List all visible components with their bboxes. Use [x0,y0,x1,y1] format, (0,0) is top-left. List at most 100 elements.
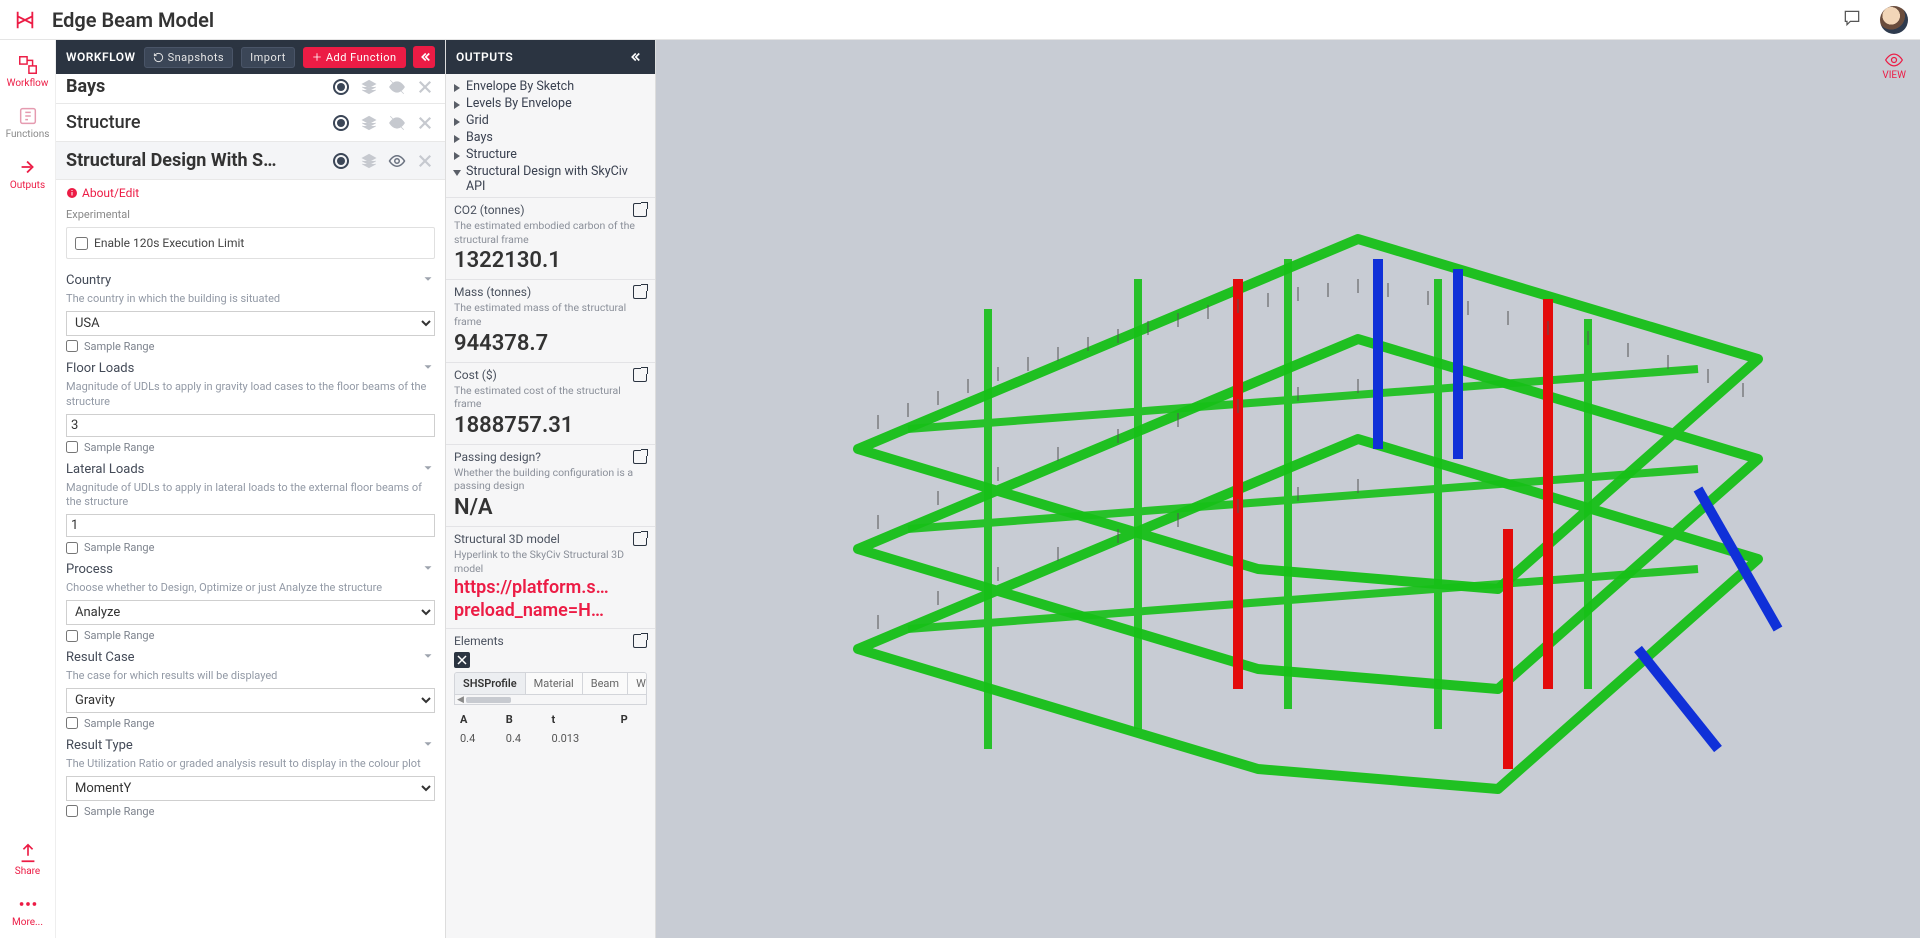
chevron-down-icon[interactable] [421,460,435,479]
chevron-down-icon[interactable] [421,271,435,290]
user-avatar[interactable] [1880,6,1908,34]
about-edit-link[interactable]: About/Edit [56,180,445,204]
rail-workflow-label: Workflow [0,78,55,89]
function-row-structure[interactable]: Structure [56,104,445,142]
rail-functions[interactable]: Functions [0,99,55,150]
result-case-select[interactable]: Gravity [66,688,435,713]
tree-grid[interactable]: Grid [452,112,649,129]
floor-desc: Magnitude of UDLs to apply in gravity lo… [66,380,435,410]
expand-icon[interactable] [633,285,647,299]
3d-viewport[interactable]: VIEW [656,40,1920,938]
tree-structure[interactable]: Structure [452,146,649,163]
collapse-outputs-icon[interactable] [623,46,645,68]
radio-icon[interactable] [331,113,351,133]
field-lateral-loads: Lateral Loads Magnitude of UDLs to apply… [56,456,445,557]
metric-co2: CO2 (tonnes) The estimated embodied carb… [446,197,655,279]
outputs-header: OUTPUTS [446,40,655,74]
outputs-header-label: OUTPUTS [456,50,513,64]
workflow-body: Bays Structure Structural Desi [56,74,445,938]
tab-beam[interactable]: Beam [583,673,628,694]
page-title: Edge Beam Model [52,8,214,32]
radio-icon[interactable] [331,151,351,171]
field-country: Country The country in which the buildin… [56,267,445,355]
mass-value: 944378.7 [454,331,647,356]
lateral-desc: Magnitude of UDLs to apply in lateral lo… [66,481,435,511]
country-label: Country [66,273,421,288]
result-type-select[interactable]: MomentY [66,776,435,801]
table-row[interactable]: 0.4 0.4 0.013 [456,730,645,747]
radio-icon[interactable] [331,77,351,97]
eye-off-icon[interactable] [387,77,407,97]
layers-icon[interactable] [359,151,379,171]
expand-icon[interactable] [633,634,647,648]
import-button[interactable]: Import [241,47,295,68]
sample-range-checkbox[interactable]: Sample Range [66,340,435,353]
tree-envelope[interactable]: Envelope By Sketch [452,78,649,95]
metric-cost: Cost ($) The estimated cost of the struc… [446,362,655,444]
expand-icon[interactable] [633,450,647,464]
expand-icon[interactable] [633,532,647,546]
rail-share-label: Share [0,866,55,877]
add-function-button[interactable]: Add Function [303,47,406,68]
tab-w[interactable]: W [628,673,647,694]
elements-close-icon[interactable] [454,652,470,668]
process-select[interactable]: Analyze [66,600,435,625]
function-bays-title: Bays [66,76,331,97]
chevron-down-icon[interactable] [421,648,435,667]
rail-outputs-label: Outputs [0,180,55,191]
metric-elements: Elements SHSProfile Material Beam W ◀ A … [446,628,655,755]
col-t: t [548,711,615,728]
tree-levels[interactable]: Levels By Envelope [452,95,649,112]
elements-table: A B t P 0.4 0.4 0.013 [454,709,647,749]
tab-material[interactable]: Material [526,673,583,694]
eye-off-icon[interactable] [387,113,407,133]
metric-mass: Mass (tonnes) The estimated mass of the … [446,279,655,361]
field-floor-loads: Floor Loads Magnitude of UDLs to apply i… [56,355,445,456]
process-desc: Choose whether to Design, Optimize or ju… [66,581,435,596]
outputs-body: Envelope By Sketch Levels By Envelope Gr… [446,74,655,938]
chevron-down-icon[interactable] [421,560,435,579]
floor-loads-input[interactable] [66,414,435,437]
eye-icon[interactable] [387,151,407,171]
app-logo[interactable] [12,7,38,33]
rail-outputs[interactable]: Outputs [0,150,55,201]
rail-workflow[interactable]: Workflow [0,48,55,99]
rail-more[interactable]: More... [0,887,55,938]
sample-range-checkbox[interactable]: Sample Range [66,717,435,730]
collapse-workflow-icon[interactable] [413,46,435,68]
structural-model-render[interactable] [656,40,1920,938]
chevron-down-icon[interactable] [421,359,435,378]
snapshots-button[interactable]: Snapshots [144,47,234,68]
close-icon[interactable] [415,113,435,133]
metric-passing: Passing design? Whether the building con… [446,444,655,526]
cost-value: 1888757.31 [454,413,647,438]
tree-structural-design[interactable]: Structural Design with SkyCiv API [452,163,649,195]
rail-share[interactable]: Share [0,836,55,887]
tab-shsprofile[interactable]: SHSProfile [455,673,526,694]
model-link[interactable]: https://platform.s… preload_name=H… [454,577,647,622]
expand-icon[interactable] [633,368,647,382]
col-p: P [617,711,645,728]
tabs-scrollbar[interactable]: ◀ [454,695,647,705]
function-row-structural-design[interactable]: Structural Design With S… [56,142,445,180]
layers-icon[interactable] [359,77,379,97]
workflow-header-label: WORKFLOW [66,50,136,64]
lateral-loads-input[interactable] [66,514,435,537]
expand-icon[interactable] [633,203,647,217]
sample-range-checkbox[interactable]: Sample Range [66,441,435,454]
workflow-header: WORKFLOW Snapshots Import Add Function [56,40,445,74]
country-select[interactable]: USA [66,311,435,336]
sample-range-checkbox[interactable]: Sample Range [66,629,435,642]
function-row-bays[interactable]: Bays [56,74,445,104]
enable-120s-checkbox[interactable]: Enable 120s Execution Limit [66,227,435,259]
comments-icon[interactable] [1842,8,1862,32]
sample-range-checkbox[interactable]: Sample Range [66,541,435,554]
tree-bays[interactable]: Bays [452,129,649,146]
chevron-down-icon[interactable] [421,736,435,755]
col-a: A [456,711,500,728]
layers-icon[interactable] [359,113,379,133]
sample-range-checkbox[interactable]: Sample Range [66,805,435,818]
field-result-type: Result Type The Utilization Ratio or gra… [56,732,445,820]
close-icon[interactable] [415,77,435,97]
close-icon[interactable] [415,151,435,171]
